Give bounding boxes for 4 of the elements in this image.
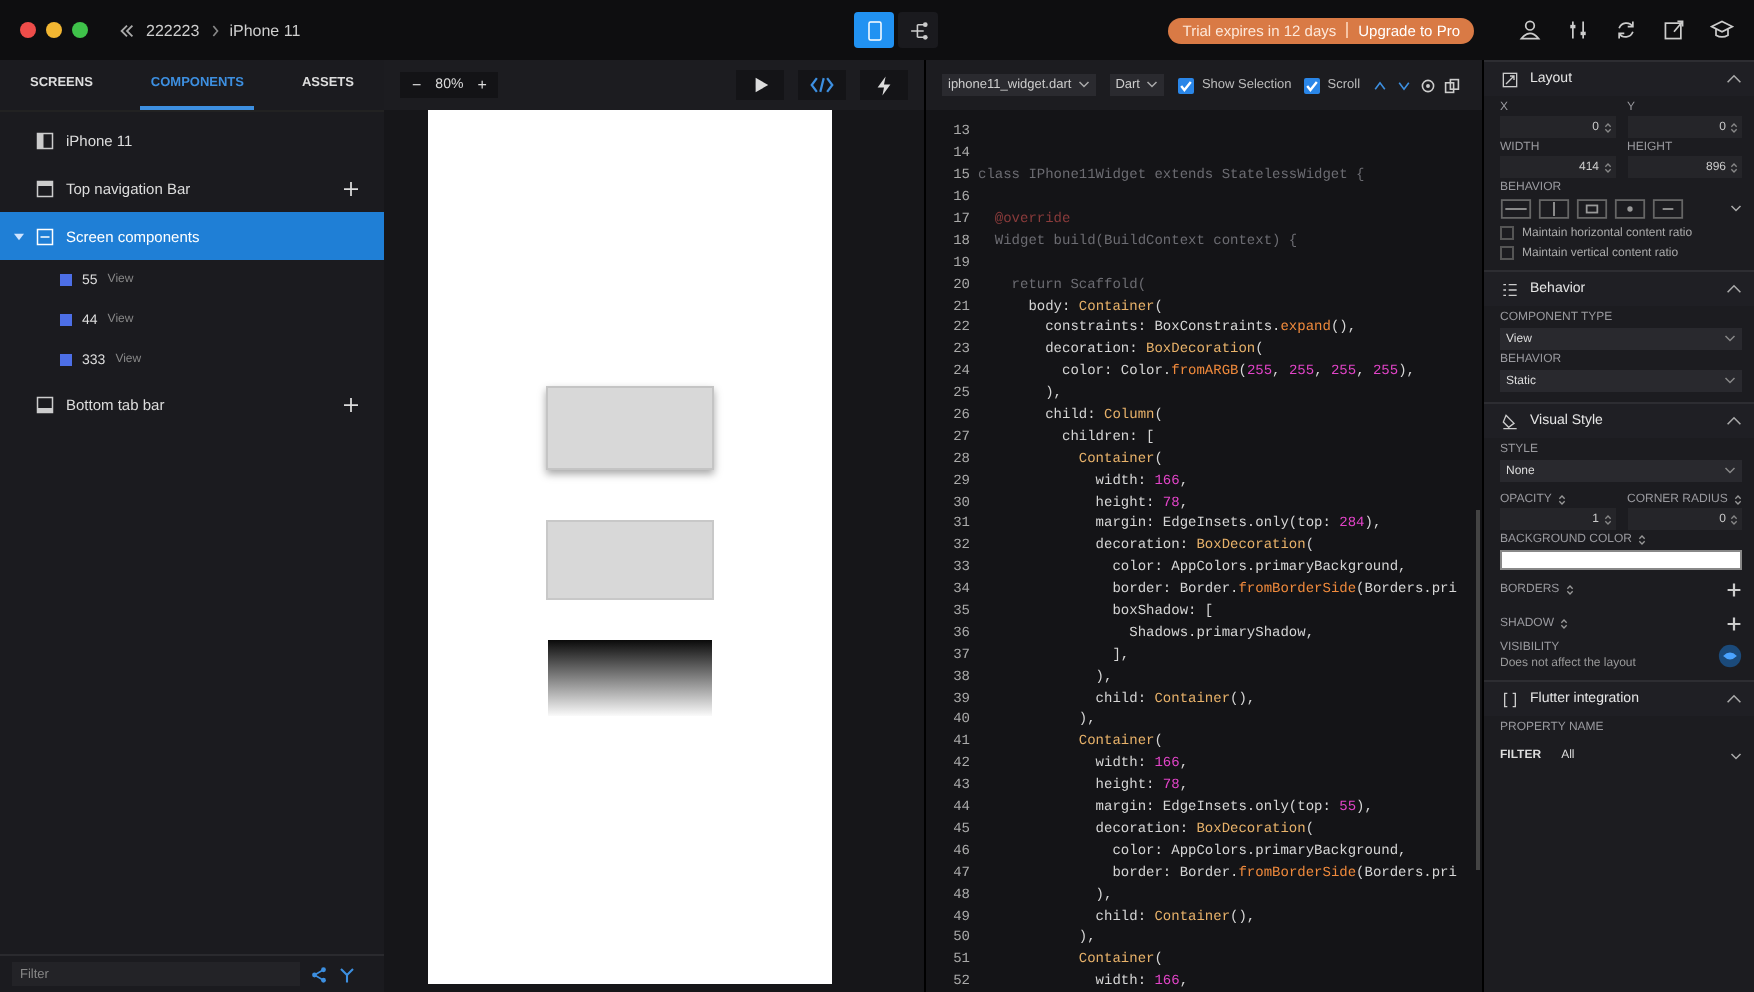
breadcrumb-link[interactable]: iPhone 11 [229, 21, 301, 39]
breadcrumb-link[interactable]: 222223 [146, 21, 200, 39]
zoom-out-button[interactable]: − [412, 76, 422, 94]
zoom-in-button[interactable]: + [477, 76, 487, 94]
